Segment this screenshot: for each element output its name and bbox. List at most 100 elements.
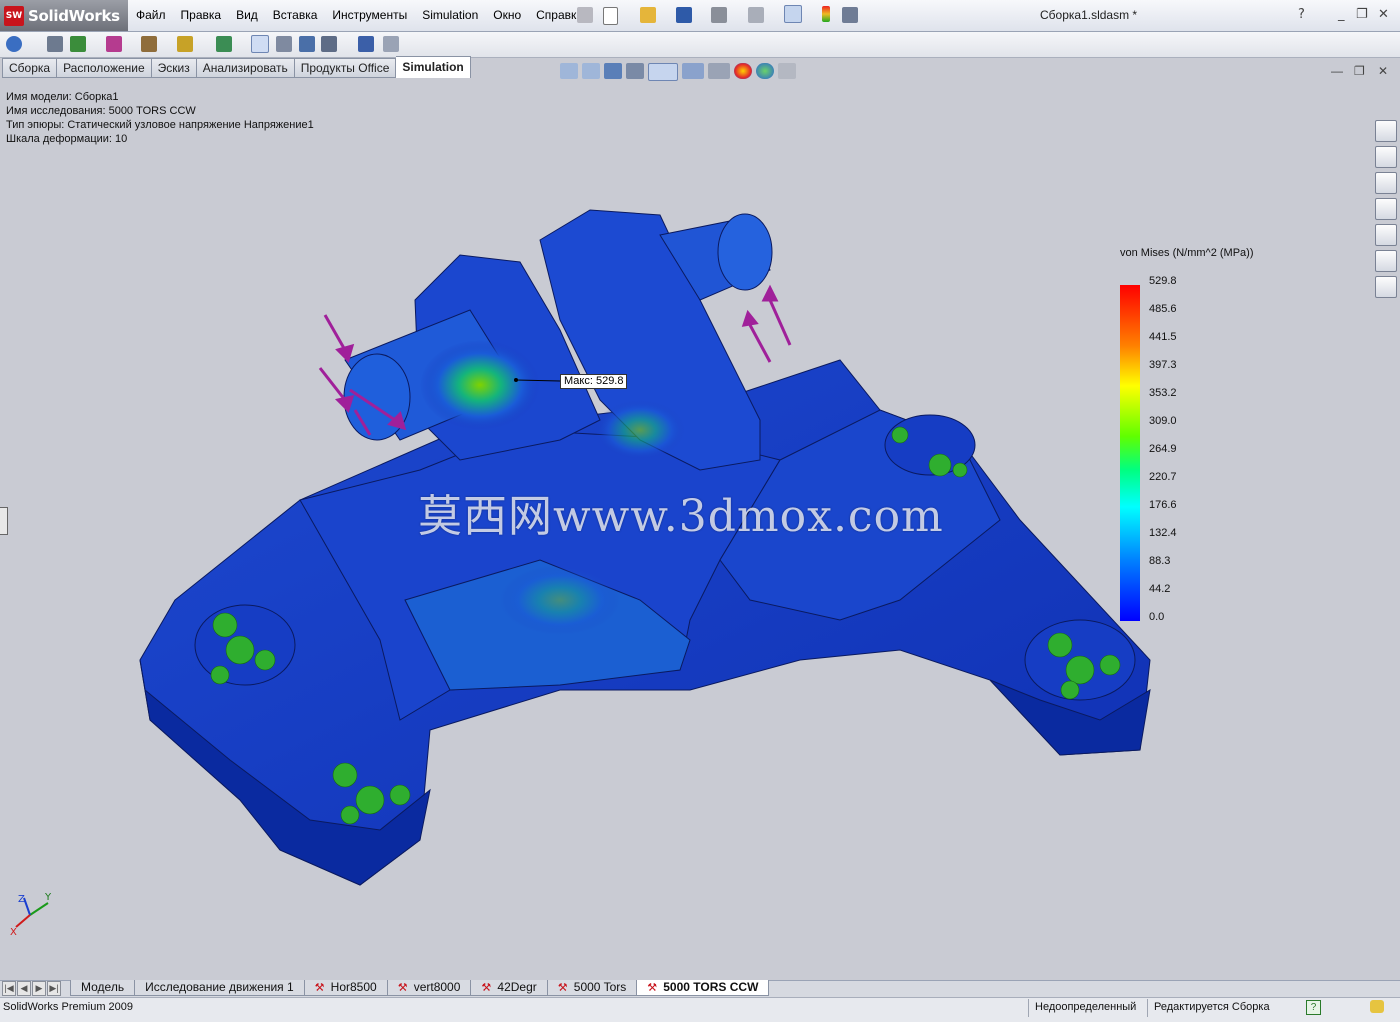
legend-tick-label: 529.8 bbox=[1149, 275, 1177, 287]
tab-sketch[interactable]: Эскиз bbox=[151, 58, 197, 78]
view-orientation-icon[interactable] bbox=[648, 63, 678, 81]
restore-window-icon[interactable]: ❐ bbox=[1356, 7, 1368, 22]
quick-tips-icon[interactable]: ? bbox=[1306, 1000, 1321, 1015]
legend-tick-label: 220.7 bbox=[1149, 471, 1177, 483]
feature-manager-expand-handle[interactable] bbox=[0, 507, 8, 535]
legend-tick-label: 176.6 bbox=[1149, 499, 1177, 511]
menu-edit[interactable]: Правка bbox=[181, 8, 222, 22]
study-name: Имя исследования: 5000 TORS CCW bbox=[6, 105, 196, 117]
study-tab[interactable]: ⚒ 42Degr bbox=[470, 980, 548, 996]
external-loads-icon[interactable] bbox=[106, 36, 122, 52]
study-tab[interactable]: ⚒ vert8000 bbox=[386, 980, 472, 996]
legend-tick-label: 309.0 bbox=[1149, 415, 1177, 427]
hide-show-items-icon[interactable] bbox=[708, 63, 730, 79]
study-tab[interactable]: ⚒ 5000 TORS CCW bbox=[636, 980, 770, 996]
minimize-window-icon[interactable]: _ bbox=[1338, 7, 1345, 22]
close-window-icon[interactable]: ✕ bbox=[1378, 7, 1389, 22]
mesh-icon[interactable] bbox=[177, 36, 193, 52]
menu-file[interactable]: Файл bbox=[136, 8, 166, 22]
tab-assembly[interactable]: Сборка bbox=[2, 58, 58, 78]
legend-color-bar[interactable] bbox=[1120, 285, 1140, 621]
custom-properties-icon[interactable] bbox=[1375, 250, 1397, 272]
zoom-study-icon[interactable] bbox=[6, 36, 22, 52]
compare-results-icon[interactable] bbox=[276, 36, 292, 52]
help-icon[interactable]: ? bbox=[1298, 7, 1305, 22]
legend-tick-label: 0.0 bbox=[1149, 611, 1165, 623]
design-library-icon[interactable] bbox=[1375, 146, 1397, 168]
tab-simulation[interactable]: Simulation bbox=[396, 56, 471, 78]
last-tab-arrow-icon[interactable]: ▶| bbox=[47, 981, 61, 996]
menu-view[interactable]: Вид bbox=[236, 8, 258, 22]
tab-layout[interactable]: Расположение bbox=[57, 58, 152, 78]
study-tab[interactable]: ⚒ 5000 Tors bbox=[546, 980, 638, 996]
results-plot-icon[interactable] bbox=[251, 35, 269, 53]
first-tab-arrow-icon[interactable]: |◀ bbox=[2, 981, 16, 996]
open-folder-icon[interactable] bbox=[640, 7, 656, 23]
study-tab-label: Модель bbox=[81, 980, 125, 994]
simulation-study-icon: ⚒ bbox=[557, 981, 568, 994]
fixtures-icon[interactable] bbox=[70, 36, 86, 52]
solidworks-logo[interactable]: SW SolidWorks bbox=[0, 0, 128, 31]
tab-evaluate[interactable]: Анализировать bbox=[196, 58, 295, 78]
task-pane-tabs bbox=[1375, 120, 1399, 298]
design-check-icon[interactable] bbox=[321, 36, 337, 52]
study-tab-label: Hor8500 bbox=[330, 980, 377, 994]
study-tab-label: vert8000 bbox=[413, 980, 461, 994]
study-tree-icon[interactable] bbox=[47, 36, 63, 52]
zoom-to-area-icon[interactable] bbox=[582, 63, 600, 79]
menu-tools[interactable]: Инструменты bbox=[332, 8, 407, 22]
logo-text: SolidWorks bbox=[28, 6, 120, 25]
study-tab-label: 5000 Tors bbox=[573, 980, 627, 994]
select-pointer-icon[interactable] bbox=[784, 5, 802, 23]
sw-logo-icon: SW bbox=[4, 5, 24, 26]
solidworks-resources-icon[interactable] bbox=[1375, 120, 1397, 142]
tab-office-products[interactable]: Продукты Office bbox=[294, 58, 397, 78]
viewport-close-icon[interactable]: ✕ bbox=[1378, 64, 1388, 78]
pin-icon[interactable] bbox=[577, 7, 593, 23]
viewport-minimize-icon[interactable]: — bbox=[1331, 64, 1343, 78]
report-icon[interactable] bbox=[299, 36, 315, 52]
study-tabs: Модель Исследование движения 1 ⚒ Hor8500 ⚒ ve… bbox=[70, 980, 770, 996]
study-tab-label: 5000 TORS CCW bbox=[663, 980, 759, 994]
display-style-icon[interactable] bbox=[682, 63, 704, 79]
tab-scroll-arrows: |◀ ◀ ▶ ▶| bbox=[2, 981, 62, 996]
simulation-advisor-icon[interactable] bbox=[358, 36, 374, 52]
edit-appearance-icon[interactable] bbox=[734, 63, 752, 79]
print-icon[interactable] bbox=[711, 7, 727, 23]
next-tab-arrow-icon[interactable]: ▶ bbox=[32, 981, 46, 996]
search-icon[interactable] bbox=[1375, 198, 1397, 220]
menu-window[interactable]: Окно bbox=[493, 8, 521, 22]
max-stress-label[interactable]: Макс: 529.8 bbox=[560, 374, 628, 389]
connections-icon[interactable] bbox=[141, 36, 157, 52]
study-tab[interactable]: ⚒ Hor8500 bbox=[303, 980, 388, 996]
study-tab[interactable]: Модель bbox=[70, 980, 136, 996]
zoom-to-fit-icon[interactable] bbox=[560, 63, 578, 79]
new-document-icon[interactable] bbox=[603, 7, 618, 25]
section-view-icon[interactable] bbox=[626, 63, 644, 79]
view-settings-icon[interactable] bbox=[778, 63, 796, 79]
rebuild-status-icon[interactable] bbox=[1370, 1000, 1384, 1013]
simulation-toolbar bbox=[0, 32, 1400, 58]
command-manager-tabs: Сборка Расположение Эскиз Анализировать … bbox=[2, 56, 471, 78]
menu-simulation[interactable]: Simulation bbox=[422, 8, 478, 22]
undo-icon[interactable] bbox=[748, 7, 764, 23]
study-tab[interactable]: Исследование движения 1 bbox=[134, 980, 305, 996]
options-icon[interactable] bbox=[842, 7, 858, 23]
save-icon[interactable] bbox=[676, 7, 692, 23]
status-separator bbox=[1147, 999, 1148, 1017]
run-icon[interactable] bbox=[216, 36, 232, 52]
legend-tick-label: 264.9 bbox=[1149, 443, 1177, 455]
simulation-advisor-pane-icon[interactable] bbox=[1375, 276, 1397, 298]
apply-scene-icon[interactable] bbox=[756, 63, 774, 79]
viewport-restore-icon[interactable]: ❐ bbox=[1354, 64, 1365, 78]
prev-tab-arrow-icon[interactable]: ◀ bbox=[17, 981, 31, 996]
triad-y-label: Y bbox=[44, 892, 52, 903]
legend-tick-label: 441.5 bbox=[1149, 331, 1177, 343]
appearances-icon[interactable] bbox=[1375, 224, 1397, 246]
rebuild-traffic-light-icon[interactable] bbox=[822, 6, 830, 22]
file-explorer-icon[interactable] bbox=[1375, 172, 1397, 194]
menu-insert[interactable]: Вставка bbox=[273, 8, 318, 22]
table-options-icon[interactable] bbox=[383, 36, 399, 52]
previous-view-icon[interactable] bbox=[604, 63, 622, 79]
coordinate-triad[interactable]: Y Z X bbox=[10, 892, 52, 938]
